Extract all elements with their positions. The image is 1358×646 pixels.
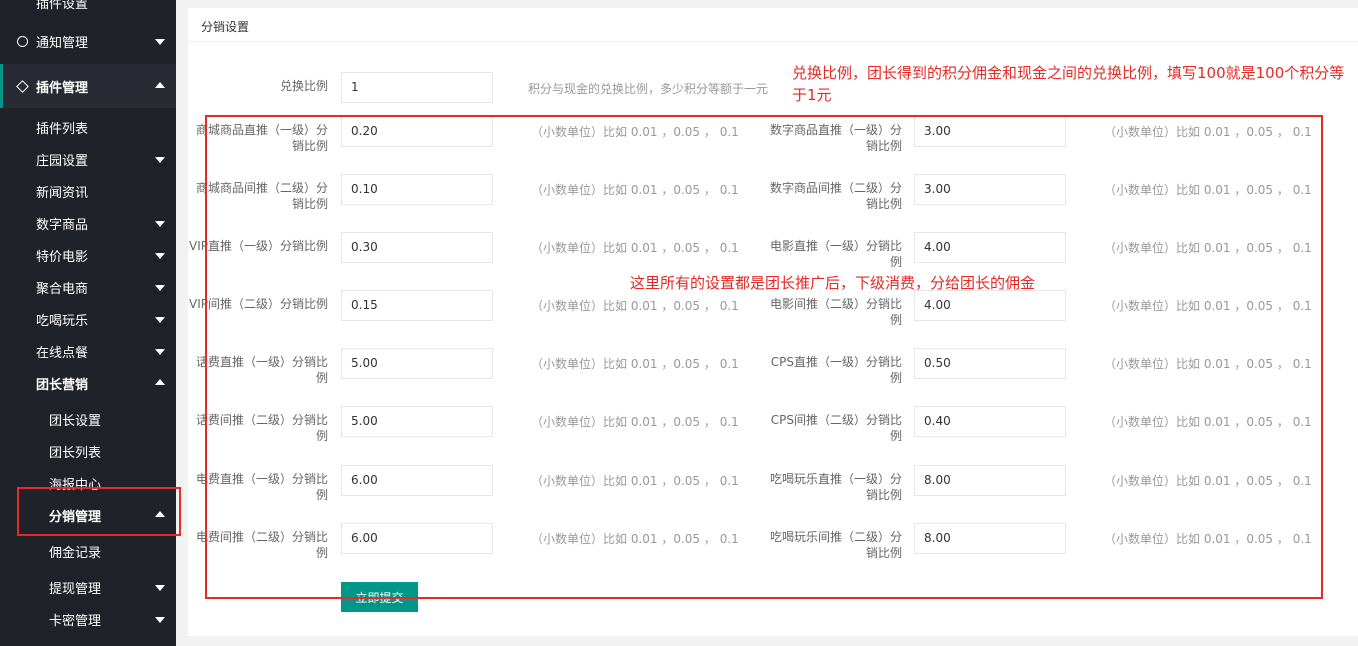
sidebar-sub-item[interactable]: 卡密管理 (0, 603, 176, 635)
annotation-box (205, 115, 1323, 599)
chevron-down-icon (155, 349, 165, 355)
sidebar-item-plugin-settings[interactable]: 插件设置 (0, 0, 176, 18)
sidebar-item-label: 插件设置 (36, 0, 89, 12)
sidebar-item-label: 庄园设置 (36, 153, 89, 169)
ratio-hint: 积分与现金的兑换比例，多少积分等额于一元 (528, 82, 769, 96)
sidebar-item-label: 在线点餐 (36, 345, 89, 361)
chevron-up-icon (155, 82, 165, 88)
sidebar-item[interactable]: 团长营销 (0, 367, 176, 399)
ratio-label: 兑换比例 (279, 79, 328, 93)
sidebar-item-label: 团长营销 (36, 377, 89, 393)
sidebar-item-label: 佣金记录 (49, 545, 102, 561)
sidebar-sub-item[interactable]: 佣金记录 (0, 535, 176, 567)
sidebar-item-label: 聚合电商 (36, 281, 89, 297)
cube-icon (16, 80, 29, 93)
sidebar-item-label: 特价电影 (36, 249, 89, 265)
chevron-down-icon (155, 617, 165, 623)
chevron-down-icon (155, 221, 165, 227)
sidebar-sub-item[interactable]: 团长列表 (0, 435, 176, 467)
sidebar-item[interactable]: 新闻资讯 (0, 175, 176, 207)
ratio-input[interactable]: 1 (341, 72, 493, 103)
annotation-highlight-box (17, 487, 181, 536)
annotation-ratio-note: 兑换比例，团长得到的积分佣金和现金之间的兑换比例，填写100就是100个积分等于… (792, 64, 1345, 104)
panel-header: 分销设置 (188, 8, 1358, 42)
annotation-settings-note: 这里所有的设置都是团长推广后，下级消费，分给团长的佣金 (630, 274, 1036, 292)
chevron-down-icon (155, 285, 165, 291)
sidebar-item-label: 插件管理 (36, 80, 89, 96)
sidebar-item[interactable]: 在线点餐 (0, 335, 176, 367)
sidebar-item-notice[interactable]: 通知管理 (0, 25, 176, 57)
sidebar-item[interactable]: 吃喝玩乐 (0, 303, 176, 335)
sidebar-item-label: 卡密管理 (49, 613, 102, 629)
sidebar-sub-item[interactable]: 提现管理 (0, 571, 176, 603)
sidebar-item-label: 吃喝玩乐 (36, 313, 89, 329)
sidebar-item[interactable]: 聚合电商 (0, 271, 176, 303)
sidebar-item-label: 团长列表 (49, 445, 102, 461)
chevron-down-icon (155, 253, 165, 259)
sidebar-sub-item[interactable]: 团长设置 (0, 403, 176, 435)
sidebar-item-label: 数字商品 (36, 217, 89, 233)
sidebar-item[interactable]: 庄园设置 (0, 143, 176, 175)
sidebar: 插件设置 通知管理 插件管理 插件列表庄园设置新闻资讯数字商品特价电影聚合电商吃… (0, 0, 176, 646)
page-title: 分销设置 (201, 20, 250, 34)
chevron-down-icon (155, 157, 165, 163)
bell-circle-icon (17, 36, 28, 47)
sidebar-item-plugin-manage[interactable]: 插件管理 (0, 70, 176, 102)
sidebar-item[interactable]: 数字商品 (0, 207, 176, 239)
sidebar-item[interactable]: 插件列表 (0, 111, 176, 143)
sidebar-item-label: 插件列表 (36, 121, 89, 137)
sidebar-item-label: 团长设置 (49, 413, 102, 429)
chevron-down-icon (155, 317, 165, 323)
chevron-up-icon (155, 379, 165, 385)
sidebar-item-label: 新闻资讯 (36, 185, 89, 201)
sidebar-item-label: 通知管理 (36, 35, 89, 51)
chevron-down-icon (155, 585, 165, 591)
chevron-down-icon (155, 39, 165, 45)
sidebar-item[interactable]: 特价电影 (0, 239, 176, 271)
sidebar-item-label: 提现管理 (49, 581, 102, 597)
